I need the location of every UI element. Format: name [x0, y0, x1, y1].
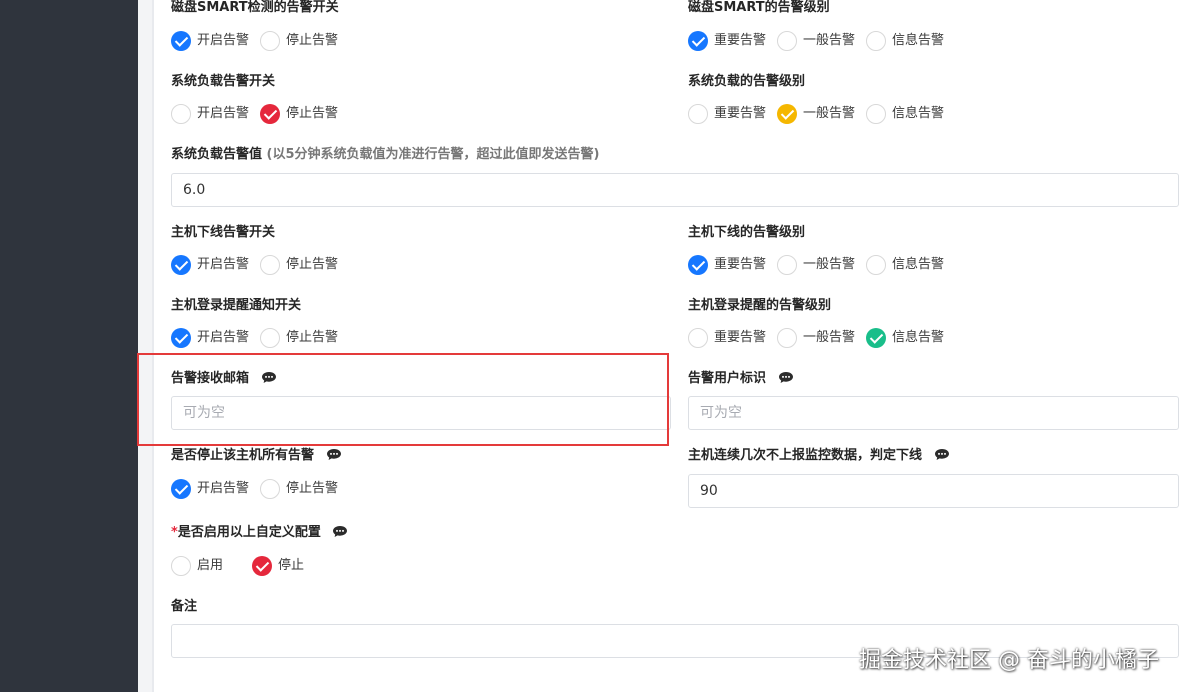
radio-label: 一般告警 [803, 330, 856, 345]
radio-circle-icon [688, 104, 708, 124]
radio-label: 开启告警 [197, 106, 250, 121]
radio-label: 信息告警 [892, 330, 945, 345]
chat-bubble-icon[interactable] [326, 449, 341, 460]
stop-all-label: 是否停止该主机所有告警 [171, 448, 315, 463]
radio-label: 一般告警 [803, 257, 856, 272]
radio-label: 停止告警 [286, 330, 339, 345]
stop-all-label-row: 是否停止该主机所有告警 [171, 448, 341, 464]
watermark-text: 掘金技术社区 @ 奋斗的小橘子 [859, 648, 1159, 673]
radio-label: 启用 [197, 558, 224, 573]
user-id-label-row: 告警用户标识 [688, 371, 793, 387]
radio-label: 一般告警 [803, 33, 856, 48]
radio-label: 停止 [278, 558, 305, 573]
smart-level-label: 磁盘SMART的告警级别 [688, 0, 830, 15]
radio-circle-icon [688, 328, 708, 348]
check-icon [688, 255, 708, 275]
radio-circle-icon [260, 31, 280, 51]
custom-label: 是否启用以上自定义配置 [177, 525, 321, 540]
gutter-divider [152, 0, 154, 692]
consecutive-label-row: 主机连续几次不上报监控数据，判定下线 [688, 448, 949, 464]
load-threshold-input[interactable]: 6.0 [171, 173, 1179, 207]
radio-circle-icon [866, 31, 886, 51]
load-level-label: 系统负载的告警级别 [688, 74, 806, 89]
radio-label: 开启告警 [197, 330, 250, 345]
login-switch-label: 主机登录提醒通知开关 [171, 298, 302, 313]
login-level-label: 主机登录提醒的告警级别 [688, 298, 832, 313]
chat-bubble-icon[interactable] [333, 526, 348, 537]
remark-label: 备注 [171, 599, 198, 614]
radio-label: 重要告警 [714, 330, 767, 345]
consecutive-label: 主机连续几次不上报监控数据，判定下线 [688, 448, 923, 463]
radio-label: 开启告警 [197, 481, 250, 496]
radio-label: 重要告警 [714, 106, 767, 121]
radio-circle-icon [777, 328, 797, 348]
radio-label: 信息告警 [892, 33, 945, 48]
radio-circle-icon [866, 255, 886, 275]
annotation-highlight-box [137, 353, 669, 446]
radio-circle-icon [171, 104, 191, 124]
radio-label: 停止告警 [286, 257, 339, 272]
check-icon [171, 479, 191, 499]
smart-switch-label: 磁盘SMART检测的告警开关 [171, 0, 339, 15]
radio-label: 重要告警 [714, 33, 767, 48]
radio-label: 信息告警 [892, 257, 945, 272]
app-sidebar [0, 0, 138, 692]
load-threshold-hint: (以5分钟系统负载值为准进行告警，超过此值即发送告警) [266, 147, 600, 162]
radio-label: 开启告警 [197, 257, 250, 272]
chat-bubble-icon[interactable] [778, 372, 793, 383]
radio-circle-icon [260, 255, 280, 275]
offline-level-label: 主机下线的告警级别 [688, 225, 806, 240]
offline-switch-label: 主机下线告警开关 [171, 225, 276, 240]
check-icon [777, 104, 797, 124]
radio-circle-icon [777, 31, 797, 51]
radio-circle-icon [260, 328, 280, 348]
radio-circle-icon [171, 556, 191, 576]
check-icon [260, 104, 280, 124]
load-threshold-title: 系统负载告警值 [171, 147, 263, 162]
radio-label: 停止告警 [286, 106, 339, 121]
check-icon [171, 31, 191, 51]
chat-bubble-icon[interactable] [934, 449, 949, 460]
load-threshold-label: 系统负载告警值 (以5分钟系统负载值为准进行告警，超过此值即发送告警) [171, 147, 599, 163]
check-icon [866, 328, 886, 348]
radio-circle-icon [260, 479, 280, 499]
load-switch-label: 系统负载告警开关 [171, 74, 276, 89]
radio-label: 停止告警 [286, 481, 339, 496]
radio-label: 开启告警 [197, 33, 250, 48]
consecutive-input[interactable]: 90 [688, 474, 1179, 508]
check-icon [688, 31, 708, 51]
radio-circle-icon [777, 255, 797, 275]
radio-label: 停止告警 [286, 33, 339, 48]
radio-label: 信息告警 [892, 106, 945, 121]
check-icon [252, 556, 272, 576]
custom-label-row: *是否启用以上自定义配置 [171, 525, 348, 541]
radio-circle-icon [866, 104, 886, 124]
check-icon [171, 328, 191, 348]
required-mark: * [171, 525, 178, 540]
user-id-label: 告警用户标识 [688, 371, 767, 386]
check-icon [171, 255, 191, 275]
radio-label: 一般告警 [803, 106, 856, 121]
user-id-input[interactable]: 可为空 [688, 396, 1179, 430]
radio-label: 重要告警 [714, 257, 767, 272]
